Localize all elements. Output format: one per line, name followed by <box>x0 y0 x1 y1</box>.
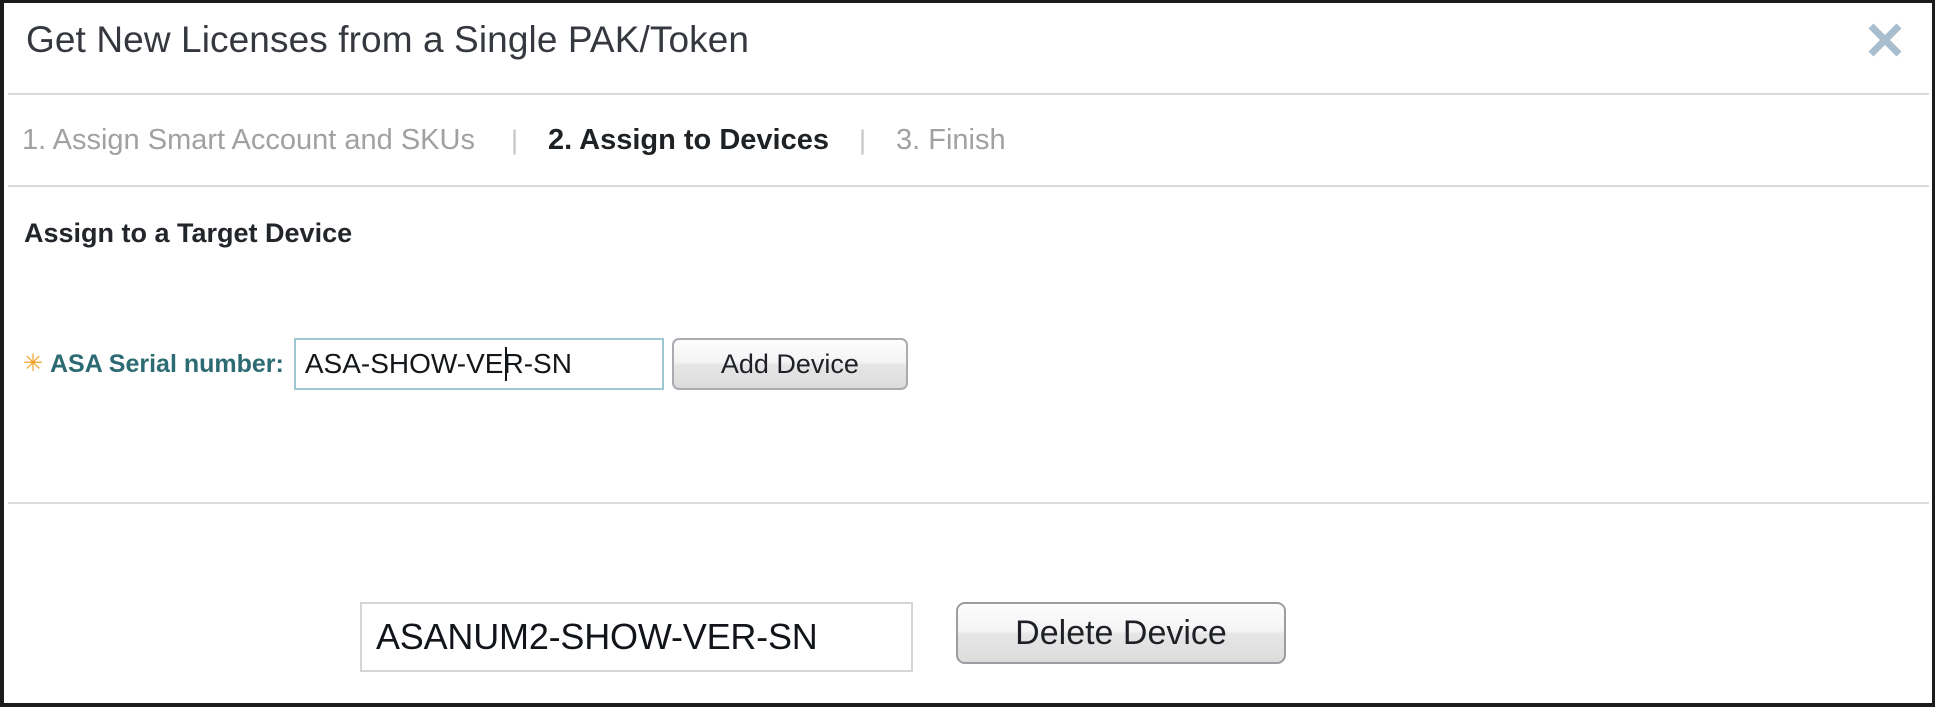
step-1-assign-smart-account[interactable]: 1. Assign Smart Account and SKUs <box>22 124 475 157</box>
serial-number-input[interactable] <box>293 338 664 390</box>
section-divider <box>8 502 1929 504</box>
added-device-serial: ASANUM2-SHOW-VER-SN <box>376 616 818 657</box>
step-separator-1: | <box>510 124 518 155</box>
serial-input-wrapper <box>293 338 664 390</box>
steps-divider <box>8 185 1929 187</box>
serial-number-row: ✳ ASA Serial number: Add Device <box>8 338 908 390</box>
delete-device-button[interactable]: Delete Device <box>956 602 1286 664</box>
text-caret <box>504 347 507 381</box>
license-wizard-screen: Get New Licenses from a Single PAK/Token… <box>0 0 1935 707</box>
wizard-steps: 1. Assign Smart Account and SKUs | 2. As… <box>8 95 1929 185</box>
added-device-field[interactable]: ASANUM2-SHOW-VER-SN <box>360 602 913 672</box>
dialog-body: Get New Licenses from a Single PAK/Token… <box>8 6 1929 699</box>
close-icon <box>1862 17 1908 63</box>
add-device-button[interactable]: Add Device <box>671 338 908 390</box>
page-title: Get New Licenses from a Single PAK/Token <box>26 19 750 60</box>
required-field-icon: ✳ <box>22 350 44 377</box>
step-2-assign-to-devices[interactable]: 2. Assign to Devices <box>548 124 829 157</box>
added-device-row: ASANUM2-SHOW-VER-SN Delete Device <box>360 602 1286 672</box>
step-separator-2: | <box>858 124 866 155</box>
section-heading: Assign to a Target Device <box>24 218 353 248</box>
dialog-header: Get New Licenses from a Single PAK/Token <box>8 6 1929 93</box>
dialog-frame: Get New Licenses from a Single PAK/Token… <box>0 0 1935 707</box>
serial-number-label: ASA Serial number: <box>50 349 284 378</box>
step-3-finish[interactable]: 3. Finish <box>896 124 1006 157</box>
close-button[interactable] <box>1859 14 1911 66</box>
